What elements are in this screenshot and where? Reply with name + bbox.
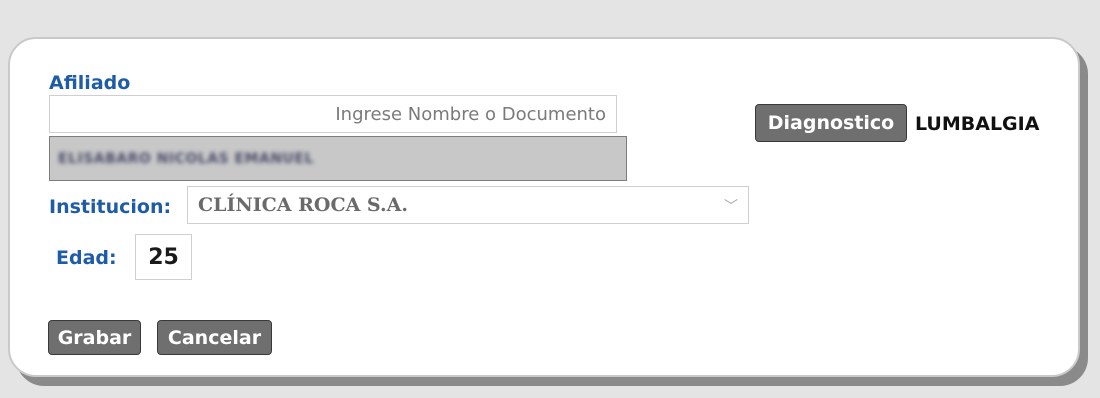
- edad-label: Edad:: [56, 247, 117, 269]
- institucion-label: Institucion:: [49, 196, 172, 218]
- afiliado-search-input[interactable]: [49, 95, 617, 133]
- institucion-selected-value: CLÍNICA ROCA S.A.: [198, 194, 408, 216]
- afiliado-label: Afiliado: [49, 72, 131, 94]
- diagnostico-button[interactable]: Diagnostico: [755, 104, 907, 142]
- institucion-select[interactable]: CLÍNICA ROCA S.A. ﹀: [187, 186, 749, 224]
- edad-field[interactable]: 25: [135, 234, 192, 280]
- cancel-button[interactable]: Cancelar: [157, 320, 272, 355]
- chevron-down-icon: ﹀: [724, 199, 738, 215]
- save-button[interactable]: Grabar: [48, 320, 141, 355]
- diagnostico-value: LUMBALGIA: [915, 113, 1040, 135]
- selected-afiliado-field[interactable]: ELISABARO NICOLAS EMANUEL: [49, 136, 627, 181]
- selected-afiliado-name: ELISABARO NICOLAS EMANUEL: [58, 150, 314, 167]
